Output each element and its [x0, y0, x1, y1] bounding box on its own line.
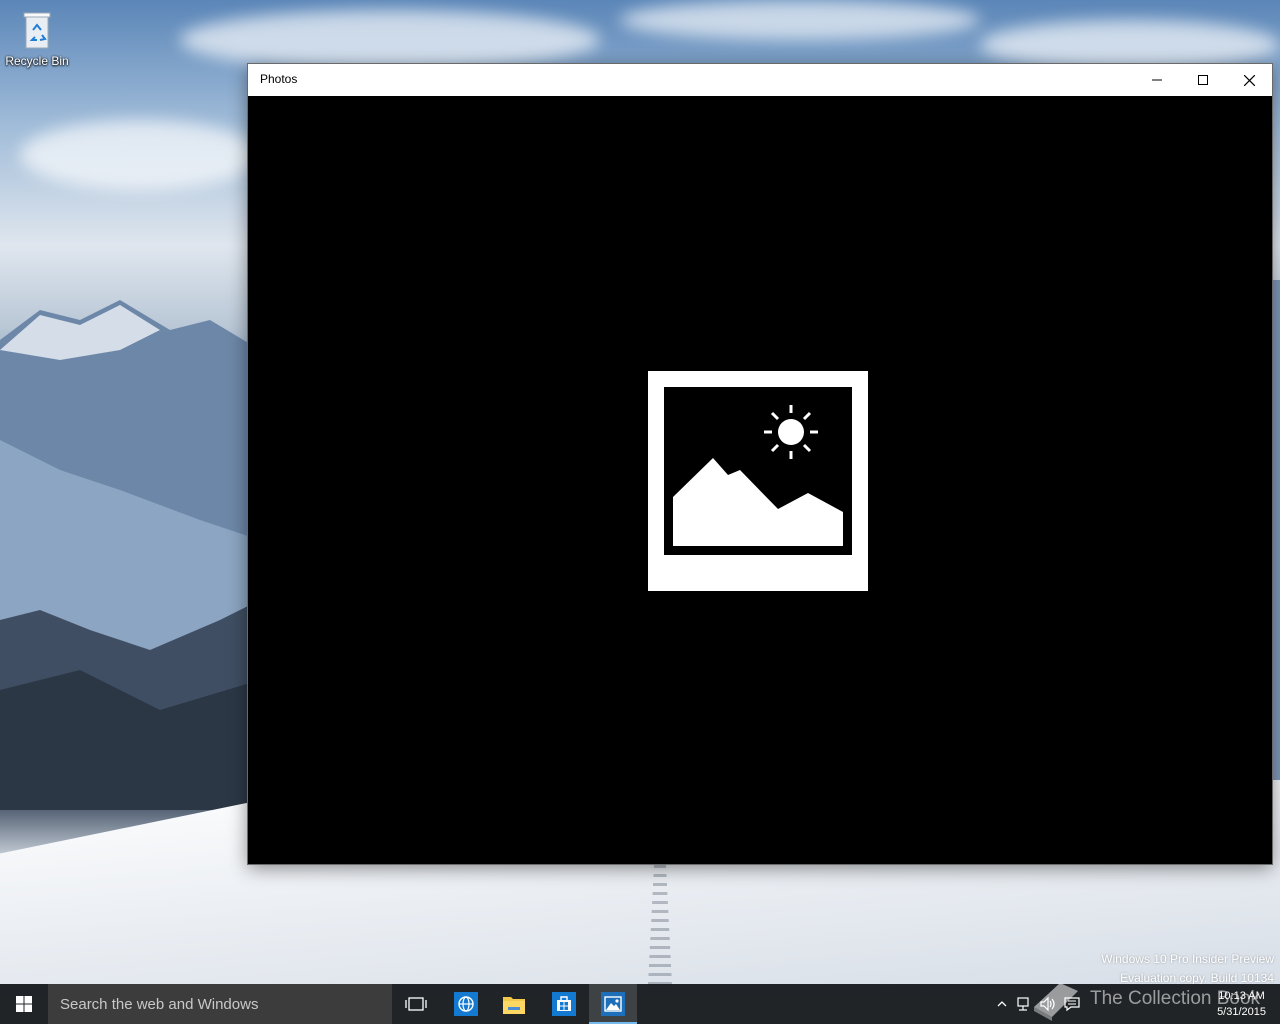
- recycle-bin-label: Recycle Bin: [5, 54, 69, 68]
- watermark-edition: Windows 10 Pro Insider Preview: [1101, 952, 1274, 966]
- search-placeholder: Search the web and Windows: [60, 995, 259, 1013]
- volume-icon: [1040, 996, 1055, 1012]
- action-center-icon: [1064, 997, 1080, 1012]
- recycle-bin-desktop-icon[interactable]: Recycle Bin: [4, 6, 70, 76]
- minimize-icon: [1152, 79, 1162, 81]
- close-icon: [1243, 74, 1255, 86]
- maximize-icon: [1198, 75, 1208, 85]
- close-button[interactable]: [1226, 64, 1272, 96]
- system-tray: 10:13 AM 5/31/2015: [997, 984, 1280, 1024]
- task-view-button[interactable]: [392, 984, 440, 1024]
- photos-taskbar-button[interactable]: [589, 984, 637, 1024]
- photos-window: Photos: [248, 64, 1272, 864]
- recycle-bin-icon: [22, 10, 52, 50]
- action-center-button[interactable]: [1064, 996, 1080, 1012]
- clock-time: 10:13 AM: [1218, 990, 1265, 1002]
- folder-icon: [503, 997, 525, 1014]
- chevron-up-icon: [997, 1001, 1007, 1007]
- task-view-icon: [405, 997, 427, 1011]
- maximize-button[interactable]: [1180, 64, 1226, 96]
- taskbar: Search the web and Windows 10:13 AM 5/31…: [0, 984, 1280, 1024]
- volume-button[interactable]: [1040, 996, 1056, 1012]
- cloud: [20, 120, 260, 190]
- internet-explorer-button[interactable]: [442, 984, 490, 1024]
- mountain-edge: [1272, 280, 1280, 800]
- file-explorer-button[interactable]: [490, 984, 538, 1024]
- store-icon: [552, 992, 576, 1016]
- start-button[interactable]: [0, 984, 48, 1024]
- network-icon: [1017, 997, 1029, 1011]
- network-button[interactable]: [1016, 996, 1032, 1012]
- store-button[interactable]: [540, 984, 588, 1024]
- build-watermark: Windows 10 Pro Insider Preview Evaluatio…: [1101, 950, 1274, 988]
- search-box[interactable]: Search the web and Windows: [48, 984, 392, 1024]
- window-title: Photos: [260, 72, 298, 86]
- photo-placeholder-icon: [648, 371, 868, 591]
- mountain-range: [0, 300, 260, 810]
- globe-icon: [454, 992, 478, 1016]
- show-hidden-icons-button[interactable]: [994, 996, 1010, 1012]
- clock-date: 5/31/2015: [1217, 1006, 1266, 1018]
- minimize-button[interactable]: [1134, 64, 1180, 96]
- title-bar[interactable]: Photos: [248, 64, 1272, 96]
- cloud: [180, 10, 600, 70]
- cloud: [620, 0, 980, 40]
- windows-logo-icon: [16, 996, 32, 1012]
- desktop: Recycle Bin Photos Windows 10 Pro Inside…: [0, 0, 1280, 1024]
- cloud: [980, 20, 1280, 70]
- photos-icon: [601, 992, 625, 1016]
- photo-viewer-canvas[interactable]: [248, 96, 1272, 864]
- clock[interactable]: 10:13 AM 5/31/2015: [1217, 988, 1266, 1020]
